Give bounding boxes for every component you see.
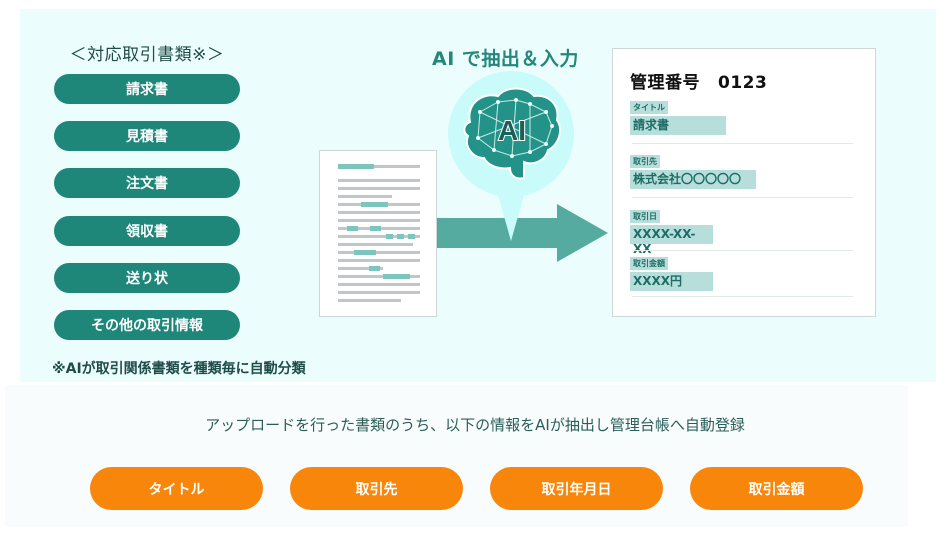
document-icon [319, 150, 437, 317]
extraction-description: アップロードを行った書類のうち、以下の情報をAIが抽出し管理台帳へ自動登録 [205, 416, 745, 434]
field-divider [632, 197, 853, 198]
field-value-date: XXXX-XX-XX [630, 225, 713, 256]
record-card: 管理番号 0123 タイトル 請求書 取引先 株式会社〇〇〇〇〇 取引日 XXXX… [612, 48, 876, 317]
management-number-title: 管理番号 0123 [630, 68, 767, 93]
field-label-client: 取引先 [630, 155, 660, 168]
field-label-title: タイトル [630, 101, 668, 114]
management-number-value: 0123 [718, 73, 768, 93]
type-pill-quotation: 見積書 [54, 121, 240, 151]
classification-note: ※AIが取引関係書類を種類毎に自動分類 [52, 361, 306, 377]
field-label-amount: 取引金額 [630, 257, 668, 270]
type-pill-receipt: 領収書 [54, 216, 240, 246]
type-pill-other: その他の取引情報 [54, 310, 240, 340]
extract-item-date: 取引年月日 [490, 467, 663, 510]
field-label-date: 取引日 [630, 210, 660, 223]
ai-extract-heading: AI で抽出＆入力 [432, 48, 579, 70]
extract-item-title: タイトル [90, 467, 263, 510]
field-divider [632, 250, 853, 251]
supported-types-heading: ＜対応取引書類※＞ [69, 45, 225, 65]
type-pill-order: 注文書 [54, 168, 240, 198]
field-value-client: 株式会社〇〇〇〇〇 [630, 170, 756, 189]
field-value-amount: XXXX円 [630, 272, 713, 291]
field-divider [632, 296, 853, 297]
extract-item-client: 取引先 [290, 467, 463, 510]
extract-item-amount: 取引金額 [690, 467, 863, 510]
field-value-title: 請求書 [630, 116, 726, 135]
type-pill-invoice: 請求書 [54, 74, 240, 104]
management-number-label: 管理番号 [630, 73, 700, 93]
field-divider [632, 143, 853, 144]
type-pill-delivery-note: 送り状 [54, 263, 240, 293]
